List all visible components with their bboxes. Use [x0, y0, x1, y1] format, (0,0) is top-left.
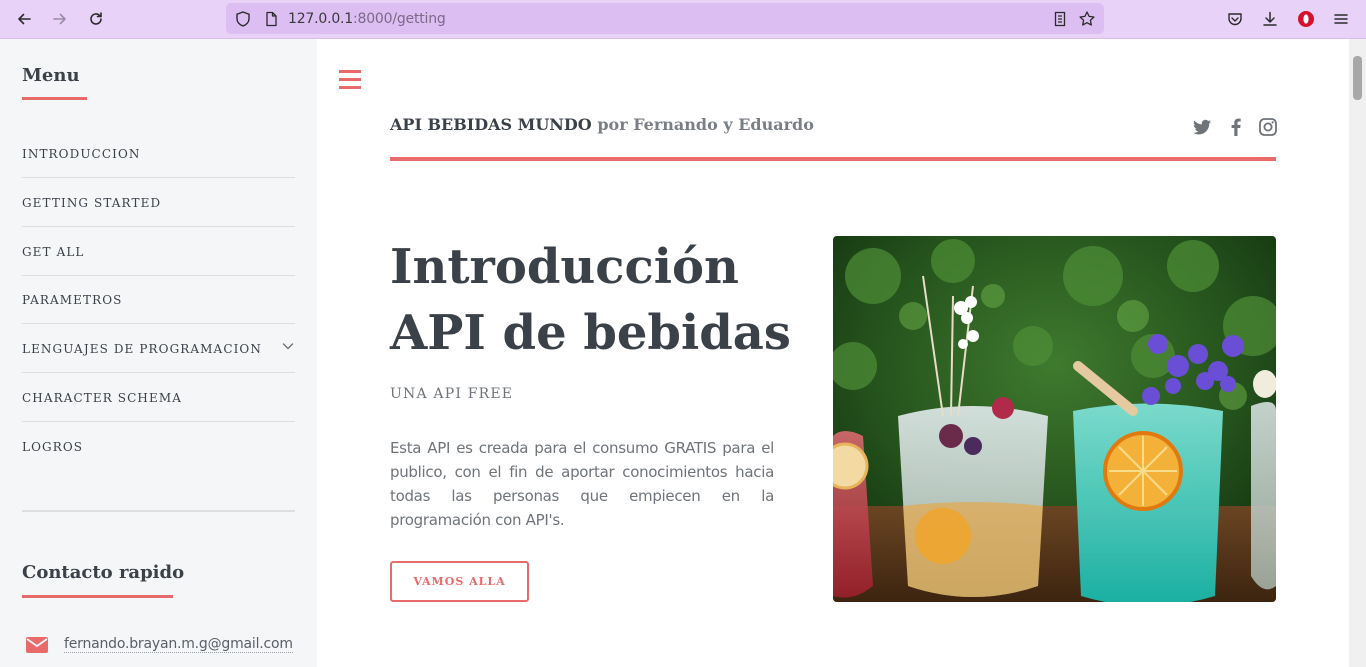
hero-drinks-image: [833, 236, 1276, 602]
address-bar[interactable]: 127.0.0.1:8000/getting: [226, 3, 1104, 34]
sidebar-item-logros[interactable]: LOGROS: [22, 423, 295, 471]
hero-description: Esta API es creada para el consumo GRATI…: [390, 439, 774, 529]
opera-icon[interactable]: [1295, 8, 1317, 30]
contact-heading-underline: [22, 595, 173, 598]
chevron-down-icon[interactable]: [281, 339, 295, 353]
sidebar-item-label: LOGROS: [22, 440, 84, 454]
sidebar-item-parametros[interactable]: PARAMETROS: [22, 276, 295, 324]
brand-authors: por Fernando y Eduardo: [597, 115, 814, 134]
sidebar-item-get-all[interactable]: GET ALL: [22, 228, 295, 276]
star-icon[interactable]: [1078, 10, 1096, 28]
twitter-icon[interactable]: [1192, 117, 1212, 137]
menu-heading-underline: [22, 97, 87, 100]
hero-title: Introducción API de bebidas: [390, 234, 820, 366]
sidebar-item-label: GETTING STARTED: [22, 195, 162, 210]
browser-toolbar: 127.0.0.1:8000/getting: [0, 0, 1366, 39]
menu-icon[interactable]: [1330, 8, 1352, 30]
site-brand[interactable]: API BEBIDAS MUNDO por Fernando y Eduardo: [390, 115, 814, 134]
sidebar-item-character-schema[interactable]: CHARACTER SCHEMA: [22, 374, 295, 422]
page-icon[interactable]: [262, 10, 280, 28]
brand-name: API BEBIDAS MUNDO: [390, 115, 592, 134]
contact-email-row[interactable]: fernando.brayan.m.g@gmail.com: [26, 636, 293, 653]
sidebar-item-label: GET ALL: [22, 244, 85, 259]
sidebar-item-label: INTRODUCCION: [22, 146, 141, 161]
sidebar-item-label: PARAMETROS: [22, 292, 123, 307]
url-text[interactable]: 127.0.0.1:8000/getting: [288, 11, 446, 27]
url-path: :8000/getting: [353, 11, 446, 27]
hero-subtitle: UNA API FREE: [390, 386, 514, 402]
contact-heading: Contacto rapido: [22, 562, 185, 583]
hero-title-line-2: API de bebidas: [390, 305, 791, 361]
sidebar-divider: [22, 510, 295, 512]
hero-title-line-1: Introducción: [390, 239, 739, 295]
back-icon[interactable]: [13, 8, 35, 30]
sidebar-item-lenguajes[interactable]: LENGUAJES DE PROGRAMACION: [22, 325, 295, 373]
sidebar-item-introduccion[interactable]: INTRODUCCION: [22, 130, 295, 178]
header-divider: [390, 157, 1276, 161]
page-scrollbar[interactable]: [1349, 39, 1366, 667]
pocket-icon[interactable]: [1224, 8, 1246, 30]
hamburger-icon[interactable]: [339, 70, 361, 90]
vamos-alla-button[interactable]: VAMOS ALLA: [390, 561, 529, 602]
envelope-icon: [26, 636, 48, 653]
url-host: 127.0.0.1: [288, 11, 353, 27]
sidebar-item-label: LENGUAJES DE PROGRAMACION: [22, 341, 262, 356]
page-scrollbar-thumb[interactable]: [1353, 56, 1362, 100]
menu-heading: Menu: [22, 65, 80, 86]
contact-email-link[interactable]: fernando.brayan.m.g@gmail.com: [64, 636, 293, 653]
instagram-icon[interactable]: [1258, 117, 1278, 137]
download-icon[interactable]: [1259, 8, 1281, 30]
facebook-icon[interactable]: [1226, 117, 1246, 137]
reload-icon[interactable]: [85, 8, 107, 30]
reader-icon[interactable]: [1051, 10, 1069, 28]
sidebar-item-label: CHARACTER SCHEMA: [22, 390, 182, 405]
forward-icon[interactable]: [49, 8, 71, 30]
sidebar-item-getting-started[interactable]: GETTING STARTED: [22, 179, 295, 227]
shield-icon[interactable]: [234, 10, 252, 28]
sidebar: Menu INTRODUCCION GETTING STARTED GET AL…: [0, 39, 317, 667]
